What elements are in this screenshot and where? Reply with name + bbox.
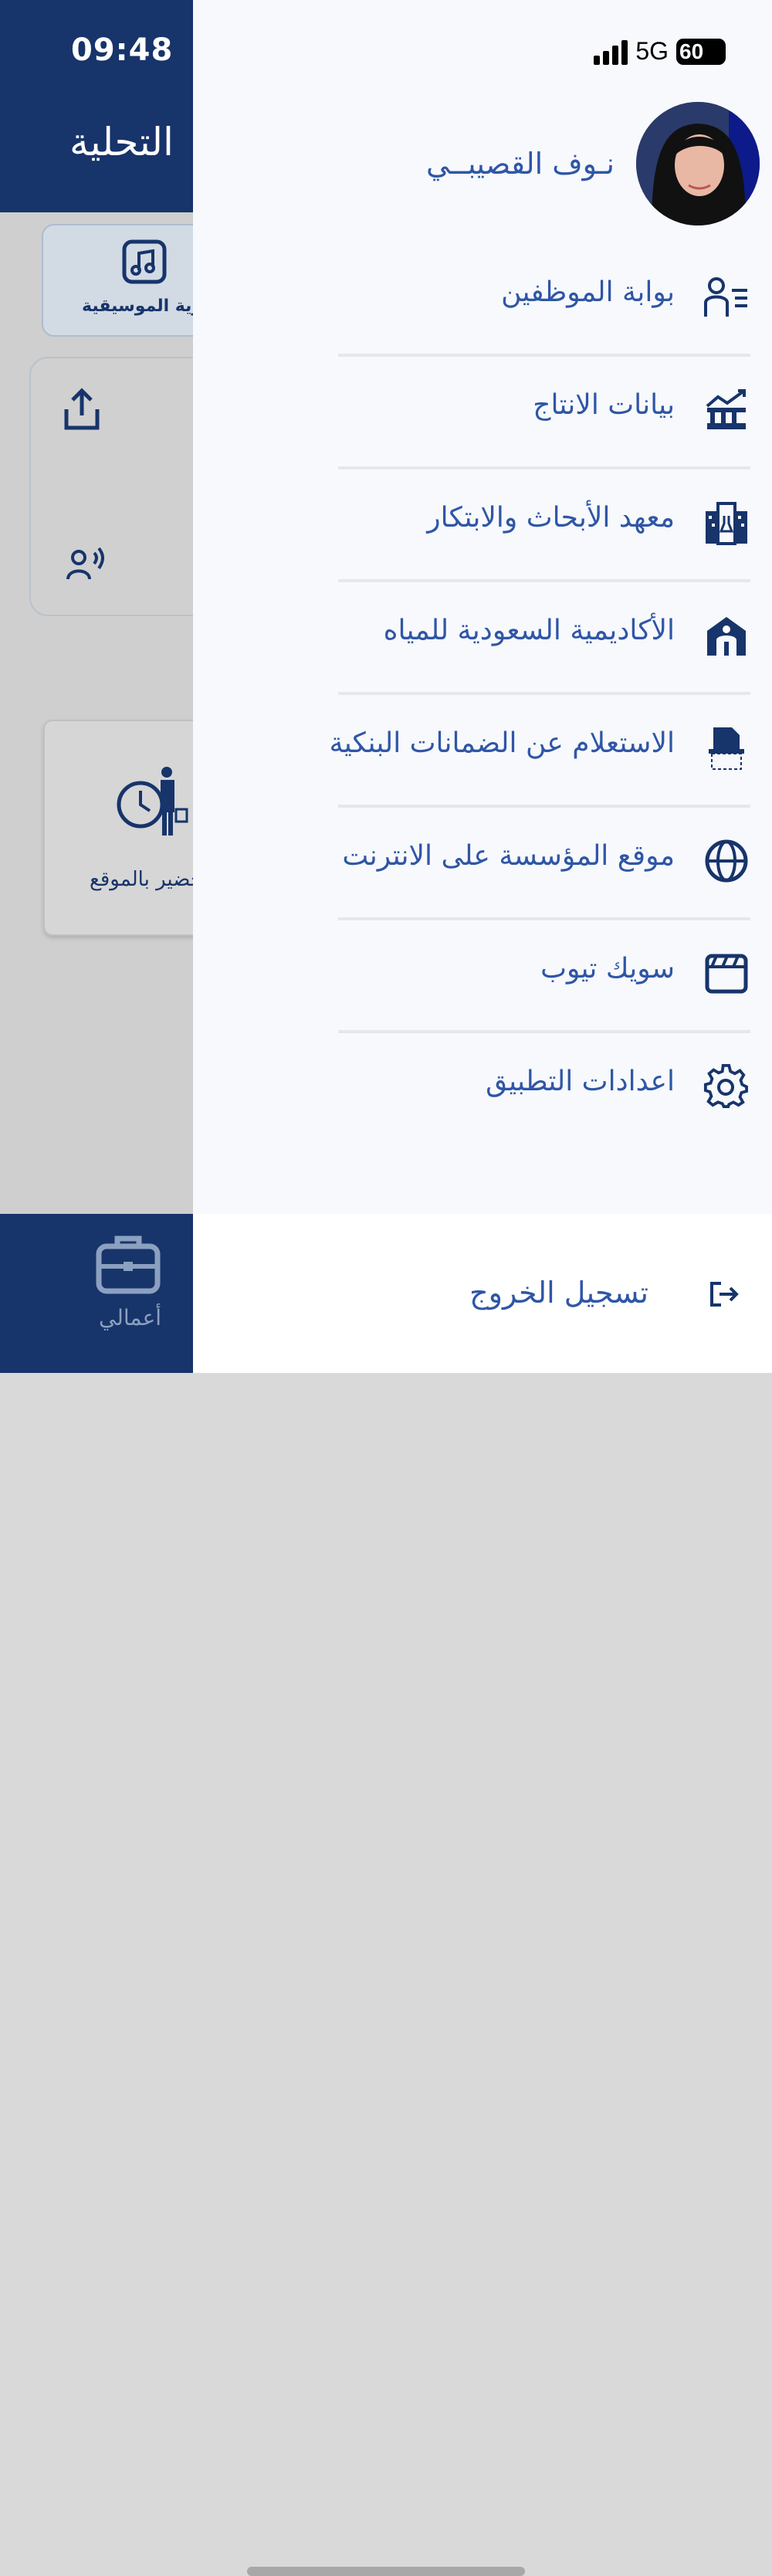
menu-item-website[interactable]: موقع المؤسسة على الانترنت	[338, 808, 750, 920]
side-drawer: 5G 60 نـوف القصيبــي بوابة الموظفين بيان…	[193, 0, 772, 2576]
broadcast-user-icon[interactable]	[66, 545, 107, 585]
page-title: التحلية	[69, 120, 174, 164]
music-note-icon	[122, 239, 167, 287]
menu-item-water-academy[interactable]: الأكاديمية السعودية للمياه	[338, 582, 750, 695]
menu-item-research-institute[interactable]: معهد الأبحاث والابتكار	[338, 469, 750, 582]
music-identity-card[interactable]: الهوية الموسيقية	[42, 224, 226, 337]
battery-icon: 60	[676, 38, 726, 65]
research-building-icon	[703, 499, 750, 547]
menu-item-label: اعدادات التطبيق	[486, 1066, 675, 1097]
tab-my-work[interactable]: أعمالي	[99, 1305, 161, 1330]
signal-icon	[594, 39, 628, 65]
tab-bar: أعمالي	[0, 1214, 193, 1373]
production-chart-icon	[703, 386, 750, 434]
share-icon[interactable]	[62, 386, 102, 436]
menu-item-label: بيانات الانتاج	[533, 389, 675, 421]
avatar[interactable]	[636, 102, 760, 225]
gear-icon	[703, 1063, 750, 1110]
academy-icon	[703, 612, 750, 659]
menu-item-label: معهد الأبحاث والابتكار	[427, 502, 675, 534]
logout-button[interactable]: تسجيل الخروج	[469, 1276, 648, 1310]
user-name: نـوف القصيبــي	[426, 147, 615, 181]
menu-item-production-data[interactable]: بيانات الانتاج	[338, 357, 750, 469]
clock-worker-icon	[116, 764, 193, 845]
menu-item-label: موقع المؤسسة على الانترنت	[342, 840, 675, 872]
status-time: 09:48	[71, 32, 174, 68]
menu-item-bank-guarantees[interactable]: الاستعلام عن الضمانات البنكية	[329, 695, 750, 808]
menu-item-label: بوابة الموظفين	[501, 276, 675, 308]
menu-item-employee-portal[interactable]: بوابة الموظفين	[338, 244, 750, 357]
logout-icon[interactable]	[709, 1280, 740, 1311]
menu-item-label: الاستعلام عن الضمانات البنكية	[329, 727, 675, 759]
status-indicators: 5G 60	[594, 37, 726, 66]
menu-item-label: الأكاديمية السعودية للمياه	[383, 615, 675, 646]
menu-item-swcc-tube[interactable]: سويك تيوب	[338, 920, 750, 1033]
document-scan-icon	[703, 724, 750, 772]
share-card[interactable]	[29, 357, 218, 616]
logout-section: تسجيل الخروج	[193, 1214, 772, 2576]
video-clapper-icon	[703, 950, 750, 998]
employee-list-icon	[703, 273, 750, 321]
globe-icon	[703, 837, 750, 885]
home-indicator[interactable]	[247, 2567, 525, 2576]
app-header: 09:48 التحلية	[0, 0, 193, 212]
network-type: 5G	[635, 37, 669, 65]
menu-item-label: سويك تيوب	[540, 953, 675, 985]
battery-level: 60	[679, 39, 704, 63]
briefcase-icon[interactable]	[96, 1232, 161, 1297]
menu-item-app-settings[interactable]: اعدادات التطبيق	[338, 1033, 750, 1146]
